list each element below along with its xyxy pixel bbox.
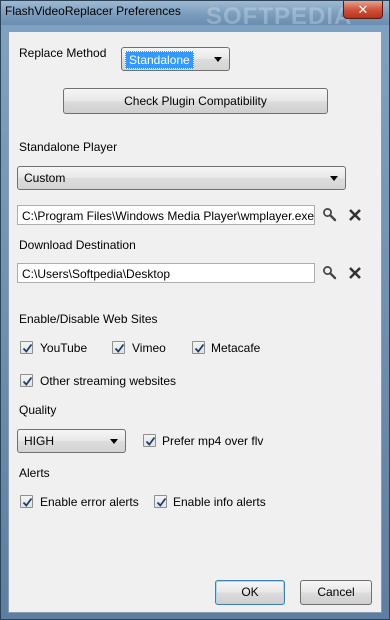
replace-method-label: Replace Method — [19, 46, 107, 60]
chevron-down-icon — [214, 57, 222, 62]
magnifier-icon[interactable] — [321, 206, 339, 224]
window-title: FlashVideoReplacer Preferences — [5, 4, 181, 18]
close-button[interactable]: ✕ — [343, 1, 383, 19]
alerts-label: Alerts — [19, 466, 50, 480]
quality-label: Quality — [19, 403, 57, 417]
preferences-window: FlashVideoReplacer Preferences SOFTPEDIA… — [0, 0, 390, 620]
quality-value: HIGH — [24, 434, 54, 448]
error-alerts-checkbox[interactable] — [20, 495, 33, 508]
prefer-mp4-label[interactable]: Prefer mp4 over flv — [162, 434, 263, 448]
metacafe-checkbox[interactable] — [192, 341, 205, 354]
vimeo-checkbox[interactable] — [112, 341, 125, 354]
x-icon[interactable] — [346, 264, 364, 282]
other-websites-checkbox[interactable] — [20, 374, 33, 387]
check-plugin-button[interactable]: Check Plugin Compatibility — [63, 88, 328, 114]
title-bar[interactable]: FlashVideoReplacer Preferences SOFTPEDIA… — [1, 1, 389, 30]
other-websites-label[interactable]: Other streaming websites — [40, 374, 176, 388]
watermark-text: SOFTPEDIA — [206, 3, 353, 30]
info-alerts-label[interactable]: Enable info alerts — [173, 495, 266, 509]
ok-button[interactable]: OK — [215, 580, 285, 605]
standalone-player-label: Standalone Player — [19, 140, 118, 154]
info-alerts-checkbox[interactable] — [154, 495, 167, 508]
chevron-down-icon — [110, 439, 118, 444]
youtube-label[interactable]: YouTube — [40, 341, 87, 355]
websites-label: Enable/Disable Web Sites — [19, 312, 158, 326]
replace-method-dropdown[interactable]: Standalone — [121, 47, 230, 71]
standalone-player-value: Custom — [24, 171, 66, 185]
preferences-panel: Replace Method Standalone Check Plugin C… — [8, 31, 382, 613]
standalone-player-dropdown[interactable]: Custom — [17, 166, 346, 190]
download-path-field[interactable]: C:\Users\Softpedia\Desktop — [17, 263, 315, 283]
magnifier-icon[interactable] — [321, 264, 339, 282]
metacafe-label[interactable]: Metacafe — [211, 341, 260, 355]
download-destination-label: Download Destination — [19, 238, 136, 252]
chevron-down-icon — [330, 176, 338, 181]
cancel-button[interactable]: Cancel — [300, 580, 372, 605]
quality-dropdown[interactable]: HIGH — [17, 429, 126, 453]
replace-method-value: Standalone — [125, 51, 194, 69]
vimeo-label[interactable]: Vimeo — [132, 341, 166, 355]
youtube-checkbox[interactable] — [20, 341, 33, 354]
x-icon[interactable] — [346, 206, 364, 224]
prefer-mp4-checkbox[interactable] — [143, 434, 156, 447]
error-alerts-label[interactable]: Enable error alerts — [40, 495, 139, 509]
player-path-field[interactable]: C:\Program Files\Windows Media Player\wm… — [17, 205, 315, 225]
